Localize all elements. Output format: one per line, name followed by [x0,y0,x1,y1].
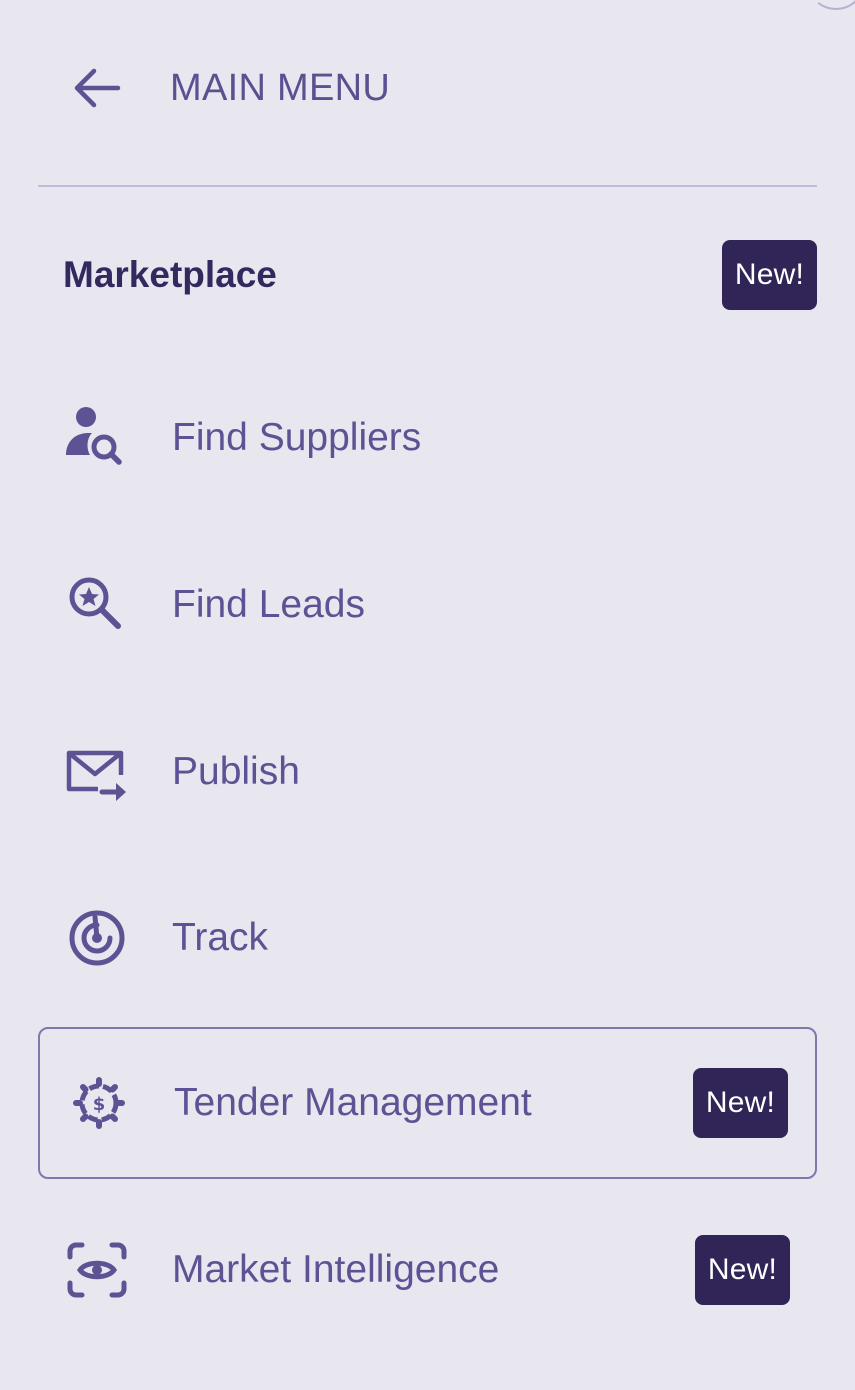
menu-item-publish[interactable]: Publish [38,696,817,848]
back-to-main-menu[interactable]: MAIN MENU [70,58,390,118]
menu-item-find-leads[interactable]: Find Leads [38,529,817,681]
mail-send-icon [62,737,132,807]
menu-item-label: Find Suppliers [172,416,422,459]
menu-item-label: Find Leads [172,583,365,626]
radar-icon [62,903,132,973]
menu-item-label: Track [172,916,269,959]
search-star-icon [62,570,132,640]
section-title: Marketplace [63,254,277,295]
menu-item-label: Publish [172,750,300,793]
eye-focus-icon [62,1235,132,1305]
arrow-left-icon [70,61,124,115]
section-header-marketplace: Marketplace New! [63,240,817,310]
divider [38,185,817,187]
menu-item-label: Tender Management [174,1081,532,1124]
menu-item-market-intelligence[interactable]: Market Intelligence New! [38,1194,817,1346]
menu-item-tender-management[interactable]: $ Tender Management New! [38,1027,817,1179]
back-label: MAIN MENU [170,66,391,109]
menu-item-label: Market Intelligence [172,1248,500,1291]
new-badge: New! [694,1235,790,1305]
gear-dollar-icon: $ [64,1068,134,1138]
user-search-icon [62,403,132,473]
menu-item-find-suppliers[interactable]: Find Suppliers [38,362,817,514]
new-badge: New! [692,1068,788,1138]
new-badge: New! [721,240,817,310]
menu-item-track[interactable]: Track [38,862,817,1014]
svg-text:$: $ [93,1094,106,1115]
corner-decoration [811,0,855,10]
